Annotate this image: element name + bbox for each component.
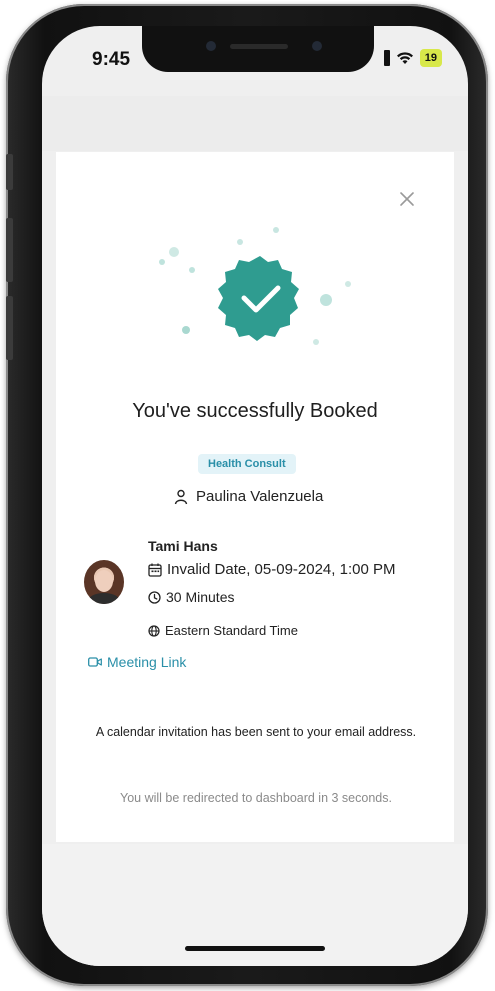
phone-frame: 9:45 19 You've successfully Booked Healt…	[6, 4, 488, 986]
service-tag: Health Consult	[198, 454, 296, 474]
phone-screen: 9:45 19 You've successfully Booked Healt…	[42, 26, 468, 966]
avatar-shirt	[88, 593, 120, 604]
signal-icon	[383, 50, 390, 66]
calendar-icon	[148, 563, 162, 577]
booking-confirmation-modal: You've successfully Booked Health Consul…	[56, 152, 454, 842]
appointment-timezone: Eastern Standard Time	[148, 623, 298, 638]
avatar	[84, 560, 124, 604]
volume-down-button	[6, 296, 13, 360]
status-time: 9:45	[92, 49, 131, 70]
appointment-date: Invalid Date, 05-09-2024, 1:00 PM	[148, 561, 395, 578]
globe-icon	[148, 624, 160, 637]
background-header	[42, 96, 468, 151]
clock-icon	[148, 590, 161, 604]
client-info: Paulina Valenzuela	[174, 488, 323, 505]
wifi-icon	[396, 51, 414, 65]
success-title: You've successfully Booked	[132, 400, 378, 422]
check-badge-icon	[159, 227, 351, 345]
provider-name: Tami Hans	[148, 538, 218, 554]
battery-indicator: 19	[419, 49, 442, 67]
home-indicator[interactable]	[185, 946, 325, 951]
speaker-grille	[230, 44, 288, 49]
appointment-duration-text: 30 Minutes	[166, 589, 235, 605]
notch	[142, 26, 374, 72]
close-icon	[400, 192, 414, 206]
volume-up-button	[6, 218, 13, 282]
avatar-face	[95, 570, 113, 592]
client-name: Paulina Valenzuela	[196, 488, 324, 505]
appointment-timezone-text: Eastern Standard Time	[165, 623, 298, 638]
sensor-dot	[206, 41, 216, 51]
appointment-duration: 30 Minutes	[148, 589, 234, 605]
appointment-date-text: Invalid Date, 05-09-2024, 1:00 PM	[167, 561, 396, 578]
mute-switch	[6, 154, 13, 190]
meeting-link[interactable]: Meeting Link	[88, 654, 186, 670]
invitation-note: A calendar invitation has been sent to y…	[95, 725, 417, 739]
status-indicators: 19	[383, 49, 442, 67]
camera-icon	[312, 41, 322, 51]
redirect-note: You will be redirected to dashboard in 3…	[120, 791, 392, 805]
meeting-link-label: Meeting Link	[107, 654, 187, 670]
close-button[interactable]	[396, 188, 418, 210]
video-icon	[88, 657, 102, 667]
person-icon	[174, 489, 188, 504]
